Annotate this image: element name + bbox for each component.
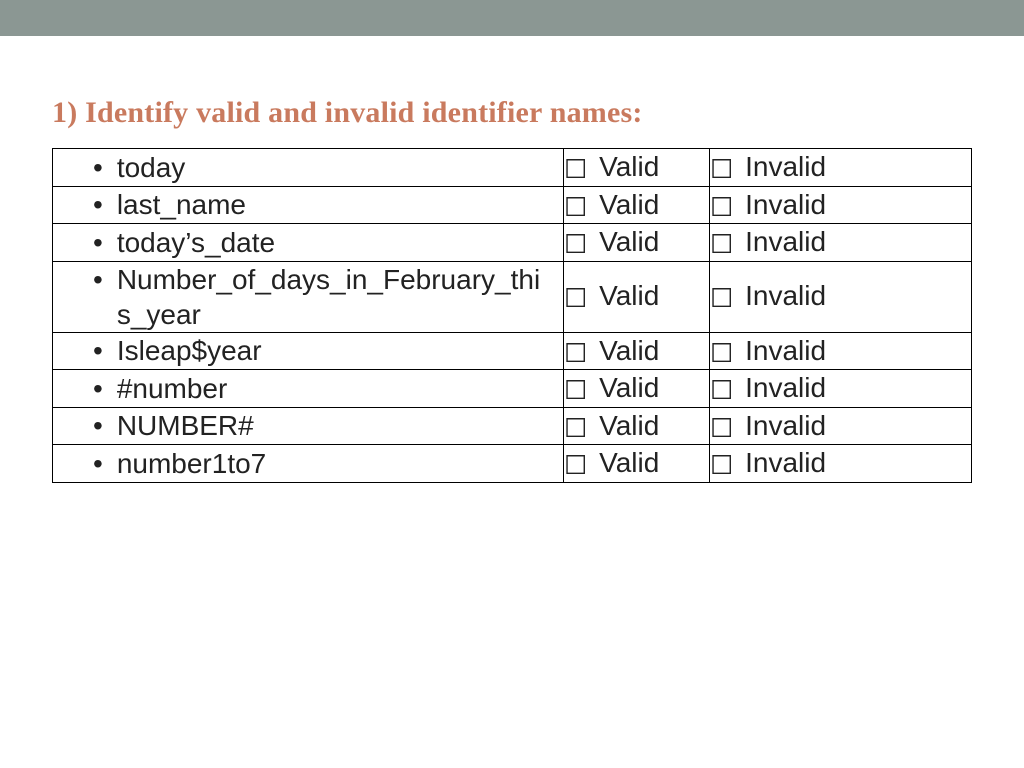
checkbox-icon[interactable]: ☐ (564, 337, 587, 370)
valid-label: Valid (599, 189, 659, 220)
invalid-label: Invalid (745, 447, 826, 478)
valid-option[interactable]: ☐ Valid (564, 149, 710, 187)
checkbox-icon[interactable]: ☐ (564, 374, 587, 407)
invalid-option[interactable]: ☐ Invalid (710, 261, 972, 332)
identifier-name: number1to7 (117, 446, 551, 481)
bullet-icon: • (93, 225, 103, 260)
bullet-icon: • (93, 371, 103, 406)
invalid-option[interactable]: ☐ Invalid (710, 224, 972, 262)
table-row: •Number_of_days_in_February_this_year☐ V… (53, 261, 972, 332)
identifier-name: last_name (117, 187, 551, 222)
table-row: •NUMBER#☐ Valid☐ Invalid (53, 407, 972, 445)
identifier-name: NUMBER# (117, 408, 551, 443)
checkbox-icon[interactable]: ☐ (710, 374, 733, 407)
valid-option[interactable]: ☐ Valid (564, 445, 710, 483)
valid-option[interactable]: ☐ Valid (564, 186, 710, 224)
invalid-option[interactable]: ☐ Invalid (710, 186, 972, 224)
valid-option[interactable]: ☐ Valid (564, 407, 710, 445)
invalid-label: Invalid (745, 410, 826, 441)
valid-option[interactable]: ☐ Valid (564, 261, 710, 332)
valid-label: Valid (599, 280, 659, 311)
invalid-label: Invalid (745, 372, 826, 403)
invalid-option[interactable]: ☐ Invalid (710, 149, 972, 187)
checkbox-icon[interactable]: ☐ (564, 449, 587, 482)
bullet-icon: • (93, 333, 103, 368)
slide-title: 1) Identify valid and invalid identifier… (52, 96, 972, 130)
checkbox-icon[interactable]: ☐ (710, 228, 733, 261)
valid-label: Valid (599, 447, 659, 478)
identifier-name-cell: • Isleap$year (53, 332, 564, 370)
identifier-name-cell: • Number_of_days_in_February_this_year (53, 261, 564, 332)
identifier-name-cell: • last_name (53, 186, 564, 224)
valid-option[interactable]: ☐ Valid (564, 224, 710, 262)
top-bar (0, 0, 1024, 36)
invalid-label: Invalid (745, 226, 826, 257)
table-row: •#number☐ Valid☐ Invalid (53, 370, 972, 408)
table-row: •last_name☐ Valid☐ Invalid (53, 186, 972, 224)
invalid-label: Invalid (745, 189, 826, 220)
checkbox-icon[interactable]: ☐ (710, 191, 733, 224)
identifier-table: •today☐ Valid☐ Invalid•last_name☐ Valid☐… (52, 148, 972, 483)
valid-label: Valid (599, 372, 659, 403)
identifier-name-cell: • #number (53, 370, 564, 408)
bullet-icon: • (93, 408, 103, 443)
checkbox-icon[interactable]: ☐ (710, 337, 733, 370)
bullet-icon: • (93, 446, 103, 481)
identifier-name: Number_of_days_in_February_this_year (117, 262, 551, 332)
bullet-icon: • (93, 262, 103, 297)
identifier-name-cell: • today’s_date (53, 224, 564, 262)
checkbox-icon[interactable]: ☐ (564, 191, 587, 224)
identifier-name: #number (117, 371, 551, 406)
invalid-label: Invalid (745, 280, 826, 311)
invalid-option[interactable]: ☐ Invalid (710, 370, 972, 408)
checkbox-icon[interactable]: ☐ (564, 153, 587, 186)
valid-label: Valid (599, 226, 659, 257)
valid-option[interactable]: ☐ Valid (564, 332, 710, 370)
checkbox-icon[interactable]: ☐ (564, 412, 587, 445)
invalid-option[interactable]: ☐ Invalid (710, 332, 972, 370)
table-row: •number1to7☐ Valid☐ Invalid (53, 445, 972, 483)
identifier-name: Isleap$year (117, 333, 551, 368)
identifier-name: today’s_date (117, 225, 551, 260)
valid-label: Valid (599, 335, 659, 366)
invalid-label: Invalid (745, 151, 826, 182)
identifier-name: today (117, 150, 551, 185)
invalid-option[interactable]: ☐ Invalid (710, 407, 972, 445)
table-row: •Isleap$year☐ Valid☐ Invalid (53, 332, 972, 370)
valid-label: Valid (599, 410, 659, 441)
slide-content: 1) Identify valid and invalid identifier… (0, 36, 1024, 483)
valid-option[interactable]: ☐ Valid (564, 370, 710, 408)
bullet-icon: • (93, 150, 103, 185)
table-row: •today’s_date☐ Valid☐ Invalid (53, 224, 972, 262)
checkbox-icon[interactable]: ☐ (710, 282, 733, 315)
checkbox-icon[interactable]: ☐ (564, 282, 587, 315)
checkbox-icon[interactable]: ☐ (710, 449, 733, 482)
bullet-icon: • (93, 187, 103, 222)
checkbox-icon[interactable]: ☐ (710, 153, 733, 186)
identifier-name-cell: • NUMBER# (53, 407, 564, 445)
table-row: •today☐ Valid☐ Invalid (53, 149, 972, 187)
valid-label: Valid (599, 151, 659, 182)
identifier-name-cell: • today (53, 149, 564, 187)
checkbox-icon[interactable]: ☐ (564, 228, 587, 261)
invalid-label: Invalid (745, 335, 826, 366)
identifier-name-cell: • number1to7 (53, 445, 564, 483)
invalid-option[interactable]: ☐ Invalid (710, 445, 972, 483)
checkbox-icon[interactable]: ☐ (710, 412, 733, 445)
